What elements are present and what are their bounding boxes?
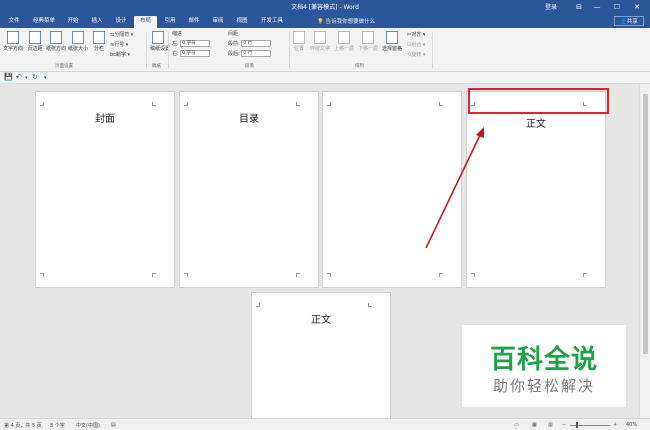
word-count[interactable]: 8 个字 [50, 422, 65, 429]
read-mode-icon[interactable]: ▭ [514, 422, 519, 428]
macro-icon[interactable]: ▤ [111, 422, 116, 428]
arrow-shaft [425, 132, 482, 249]
language[interactable]: 中文(中国) [76, 422, 100, 429]
zoom-level[interactable]: 40% [626, 422, 637, 428]
zoom-in-icon[interactable]: + [613, 422, 617, 428]
word-window: 文档4 [兼容模式] - Word 登录 ⊟ — ☐ ✕ 文件 经典菜单 开始 … [0, 0, 650, 430]
status-bar: 第 4 页，共 5 页 8 个字 中文(中国) ▤ ▭ ▦ ▥ − + 40% [0, 418, 650, 430]
web-layout-icon[interactable]: ▥ [548, 422, 553, 428]
watermark-title: 百科全说 [489, 345, 598, 375]
print-layout-icon[interactable]: ▦ [532, 422, 537, 428]
watermark-logo: 百科全说 助你轻松解决 [462, 325, 626, 407]
zoom-out-icon[interactable]: − [562, 422, 566, 428]
zoom-slider-thumb[interactable] [576, 422, 578, 428]
arrow-head [476, 127, 484, 138]
watermark-subtitle: 助你轻松解决 [492, 377, 595, 395]
page-count[interactable]: 第 4 页，共 5 页 [4, 422, 42, 429]
